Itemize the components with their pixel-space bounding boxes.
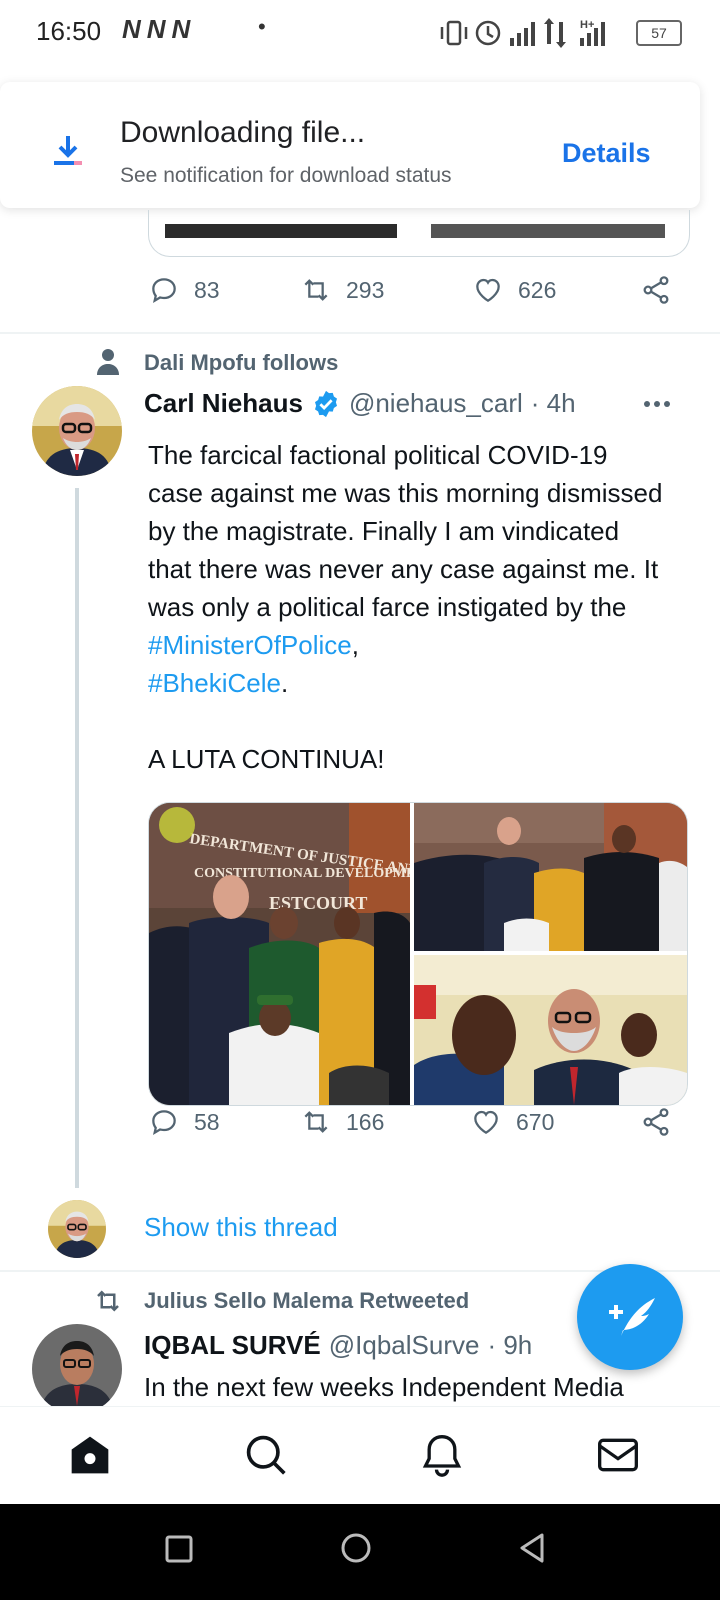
more-notifications-dot: •	[258, 14, 266, 39]
prev-photo-1	[165, 224, 397, 238]
share-button[interactable]	[640, 274, 672, 306]
battery-indicator: 57	[636, 20, 682, 46]
toast-title: Downloading file...	[120, 116, 366, 149]
notification-icons: NNN	[122, 14, 197, 44]
compose-tweet-button[interactable]	[577, 1264, 683, 1370]
tweet-time: · 4h	[530, 388, 576, 418]
back-icon[interactable]	[516, 1532, 548, 1569]
retweet-icon	[304, 279, 328, 301]
share-icon	[643, 1108, 669, 1136]
like-button[interactable]: 626	[472, 274, 556, 306]
recents-icon[interactable]	[164, 1534, 194, 1569]
tweet-header: Carl Niehaus @niehaus_carl · 4h	[144, 388, 576, 419]
author-handle[interactable]: @niehaus_carl	[349, 388, 523, 419]
retweet-button[interactable]: 166	[300, 1106, 384, 1138]
prev-tweet-media[interactable]	[148, 210, 690, 257]
svg-text:H+: H+	[580, 19, 594, 31]
retweet-icon	[92, 1286, 124, 1321]
retweet-icon	[304, 1111, 328, 1133]
reply-icon	[152, 1110, 176, 1135]
avatar[interactable]	[32, 386, 122, 476]
tweet-divider	[0, 332, 720, 334]
heart-icon	[474, 1110, 498, 1134]
tweet-text: In the next few weeks Independent Media	[144, 1372, 624, 1402]
retweeted-by[interactable]: Julius Sello Malema Retweeted	[144, 1288, 469, 1314]
bottom-navigation	[0, 1406, 720, 1505]
avatar[interactable]	[32, 1324, 122, 1414]
person-icon	[96, 348, 120, 381]
reply-icon	[152, 278, 176, 303]
details-button[interactable]: Details	[562, 138, 651, 169]
author-name[interactable]: Carl Niehaus	[144, 388, 303, 419]
like-count: 626	[518, 276, 557, 303]
like-button[interactable]: 670	[470, 1106, 554, 1138]
tweet-header: IQBAL SURVÉ @IqbalSurve · 9h	[144, 1330, 532, 1361]
tweet-actions: 58 166 670	[148, 1106, 688, 1146]
retweet-count: 293	[346, 276, 385, 303]
feather-plus-icon	[609, 1298, 655, 1336]
punctuation: .	[280, 668, 289, 698]
more-options-icon[interactable]	[642, 392, 672, 421]
toast-subtitle: See notification for download status	[120, 164, 452, 187]
reply-button[interactable]: 83	[148, 274, 220, 306]
tweet-body-text: The farcical factional political COVID-1…	[148, 440, 663, 622]
download-icon	[52, 134, 84, 168]
prev-photo-2	[431, 224, 665, 238]
share-button[interactable]	[640, 1106, 672, 1138]
status-time: 16:50	[36, 16, 102, 46]
download-toast: Downloading file... See notification for…	[0, 82, 700, 208]
thread-line	[75, 488, 79, 1188]
verified-badge-icon	[314, 390, 337, 417]
tweet-photo-3[interactable]	[414, 955, 687, 1105]
thread-avatar[interactable]	[48, 1200, 106, 1258]
punctuation: ,	[351, 630, 359, 660]
hashtag-link[interactable]: #MinisterOfPolice	[148, 630, 352, 660]
author-name[interactable]: IQBAL SURVÉ	[144, 1330, 321, 1361]
share-icon	[643, 276, 669, 304]
tweet-text: The farcical factional political COVID-1…	[148, 436, 668, 778]
hashtag-link[interactable]: #BhekiCele	[148, 668, 281, 698]
show-thread-link[interactable]: Show this thread	[144, 1212, 338, 1243]
system-navigation-bar	[0, 1504, 720, 1600]
retweet-button[interactable]: 293	[300, 274, 384, 306]
tweet-closing-line: A LUTA CONTINUA!	[148, 744, 385, 774]
tweet-photo-1[interactable]: DEPARTMENT OF JUSTICE AND CONSTITUTIONAL…	[149, 803, 410, 1105]
tweet-time: · 9h	[487, 1330, 533, 1360]
home-circle-icon[interactable]	[340, 1532, 372, 1569]
reply-button[interactable]: 58	[148, 1106, 220, 1138]
bell-icon[interactable]	[420, 1433, 464, 1482]
retweet-count: 166	[346, 1108, 385, 1135]
search-icon[interactable]	[244, 1433, 288, 1482]
home-icon[interactable]	[68, 1433, 112, 1482]
status-bar: 16:50 NNN • H+ 57	[0, 0, 720, 64]
tweet-media-grid: DEPARTMENT OF JUSTICE AND CONSTITUTIONAL…	[148, 802, 688, 1106]
social-context[interactable]: Dali Mpofu follows	[144, 350, 338, 376]
system-icons: H+	[440, 16, 630, 56]
author-handle[interactable]: @IqbalSurve	[329, 1330, 480, 1361]
reply-count: 83	[194, 276, 220, 303]
prev-tweet-actions: 83 293 626	[148, 274, 688, 314]
reply-count: 58	[194, 1108, 220, 1135]
mail-icon[interactable]	[596, 1433, 640, 1482]
tweet-photo-2[interactable]	[414, 803, 687, 951]
heart-icon	[476, 278, 500, 302]
like-count: 670	[516, 1108, 555, 1135]
